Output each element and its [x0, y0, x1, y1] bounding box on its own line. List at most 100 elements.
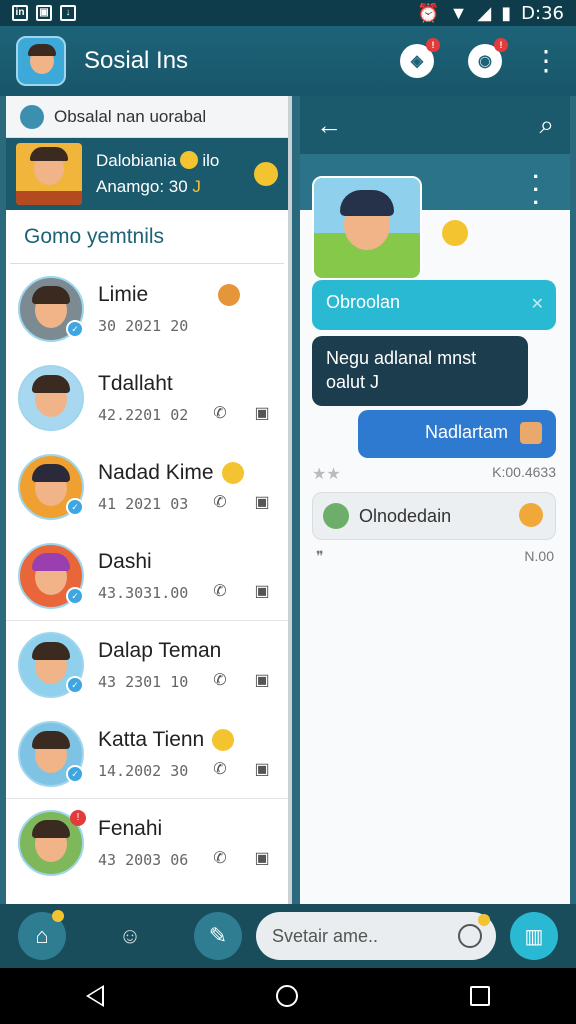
quote-icon: ❞ [316, 548, 324, 564]
contact-item[interactable]: Tdallaht 42.2201 02 ✆ ▣ [6, 353, 288, 442]
call-icon[interactable]: ✆ [210, 493, 230, 513]
system-nav-bar [0, 968, 576, 1024]
message-bubble[interactable]: Obroolan ✕ [312, 280, 556, 330]
message-timestamp: K:00.4633 [492, 464, 556, 480]
message-badge: ! [494, 38, 508, 52]
status-bar: in ▣ ↓ ⏰ ▼ ◢ ▮ D:36 [0, 0, 576, 26]
friends-button[interactable]: ☺ [106, 912, 154, 960]
home-nav-icon[interactable] [276, 985, 298, 1007]
image-notification-icon: ▣ [36, 5, 52, 21]
message-input-placeholder: Svetair ame.. [272, 925, 379, 946]
search-icon[interactable]: ⌕ [539, 109, 554, 141]
star-rating-icon: ★★ [312, 466, 341, 483]
bell-icon: ◈ [410, 53, 424, 70]
notifications-button[interactable]: ◈ ! [400, 38, 440, 78]
verified-icon: ✓ [66, 497, 84, 516]
call-icon[interactable]: ✆ [210, 404, 230, 424]
video-icon[interactable]: ▣ [252, 760, 272, 780]
emoji-icon [218, 283, 241, 306]
verified-icon: ✓ [66, 764, 84, 783]
clock: D:36 [521, 2, 564, 24]
contact-avatar: ✓ [18, 542, 84, 609]
contact-avatar: ! [18, 810, 86, 876]
contact-avatar [18, 364, 84, 431]
video-icon[interactable]: ▣ [252, 404, 272, 424]
verified-icon: ✓ [66, 319, 84, 338]
contact-avatar: ✓ [18, 453, 84, 520]
contact-date: 30 2021 20 [98, 316, 189, 335]
back-arrow-icon[interactable]: ← [316, 110, 342, 141]
notification-icon: in [12, 5, 28, 21]
back-nav-icon[interactable] [86, 985, 104, 1007]
unread-badge: ! [70, 810, 86, 826]
close-icon[interactable]: ✕ [531, 293, 544, 317]
call-icon[interactable]: ✆ [210, 760, 230, 780]
contact-item[interactable]: ! Fenahi 43 2003 06 ✆ ▣ [6, 798, 288, 887]
contact-item[interactable]: ✓ Dalap Teman 43 2301 10 ✆ ▣ [6, 620, 288, 709]
messages-button[interactable]: ◉ ! [468, 38, 508, 78]
verified-icon: ✓ [66, 676, 84, 694]
home-icon: ⌂ [35, 923, 49, 948]
featured-title: Dalobiania [96, 151, 177, 170]
contact-name: Nadad Kime [98, 460, 214, 484]
contact-item[interactable]: ✓ Nadad Kime 41 2021 03 ✆ ▣ [6, 442, 288, 531]
featured-thumbnail [16, 143, 82, 205]
search-bar[interactable]: Obsalal nan uorabal [6, 96, 288, 138]
send-button[interactable]: ▥ [510, 912, 558, 960]
chat-image[interactable] [312, 176, 422, 280]
video-icon[interactable]: ▣ [252, 493, 272, 513]
contact-list-panel: Obsalal nan uorabal Dalobiania ilo Anamgo… [6, 96, 292, 904]
video-icon[interactable]: ▣ [252, 671, 272, 691]
contact-name: Dalap Teman [98, 639, 222, 662]
more-options-icon[interactable]: ⋮ [532, 47, 560, 75]
contact-avatar: ✓ [18, 275, 84, 342]
contact-name: Dashi [98, 549, 152, 573]
search-input[interactable]: Obsalal nan uorabal [54, 107, 206, 127]
contact-avatar: ✓ [18, 720, 84, 787]
message-text: Obroolan [326, 292, 401, 312]
contact-item[interactable]: ✓ Limie 30 2021 20 [6, 264, 288, 353]
message-text: Negu adlanal mnst [326, 348, 477, 368]
post-button[interactable]: ✎ [194, 912, 242, 960]
contact-name: Fenahi [98, 817, 163, 840]
call-icon[interactable]: ✆ [210, 849, 230, 869]
edit-icon: ✎ [208, 923, 228, 948]
gift-icon: ▥ [524, 925, 544, 948]
notification-badge: ! [426, 38, 440, 52]
app-title: Sosial Ins [84, 47, 189, 74]
message-status: N.00 [524, 548, 554, 564]
profile-avatar[interactable] [16, 36, 66, 86]
battery-icon: ▮ [501, 2, 512, 23]
video-icon[interactable]: ▣ [252, 849, 272, 869]
home-button[interactable]: ⌂ [18, 910, 66, 960]
message-text: Olnodedain [359, 506, 452, 526]
call-icon[interactable]: ✆ [210, 582, 230, 602]
video-icon[interactable]: ▣ [252, 582, 272, 602]
sender-avatar [323, 503, 349, 529]
grin-emoji-icon [254, 162, 278, 186]
contact-item[interactable]: ✓ Katta Tienn 14.2002 30 ✆ ▣ [6, 709, 288, 798]
chat-options-icon[interactable]: · · · [533, 166, 540, 214]
alarm-icon: ⏰ [417, 2, 440, 23]
section-title: Gomo yemtnils [10, 210, 284, 264]
notification-dot [478, 914, 490, 926]
message-bubble[interactable]: Olnodedain [312, 492, 556, 540]
message-bubble-sent[interactable]: Nadlartam [358, 410, 556, 458]
signal-icon: ◢ [477, 2, 492, 23]
contact-name: Katta Tienn [98, 727, 205, 751]
message-text: Nadlartam [424, 422, 508, 442]
reaction-icon [519, 503, 543, 527]
recents-nav-icon[interactable] [470, 986, 490, 1006]
app-bar: Sosial Ins ◈ ! ◉ ! ⋮ [0, 26, 576, 96]
contact-avatar: ✓ [18, 632, 84, 698]
message-input[interactable]: Svetair ame.. [256, 912, 496, 960]
download-notification-icon: ↓ [60, 5, 76, 21]
smile-emoji-icon [442, 220, 468, 246]
message-bubble[interactable]: Negu adlanal mnst oalut J [312, 336, 528, 406]
featured-subtitle: Anamgo: 30 [96, 177, 188, 196]
call-icon[interactable]: ✆ [210, 671, 230, 691]
contact-item[interactable]: ✓ Dashi 43.3031.00 ✆ ▣ [6, 531, 288, 620]
featured-item[interactable]: Dalobiania ilo Anamgo: 30 J [6, 138, 288, 210]
contact-name: Limie [98, 282, 149, 306]
timer-icon[interactable] [458, 924, 482, 948]
